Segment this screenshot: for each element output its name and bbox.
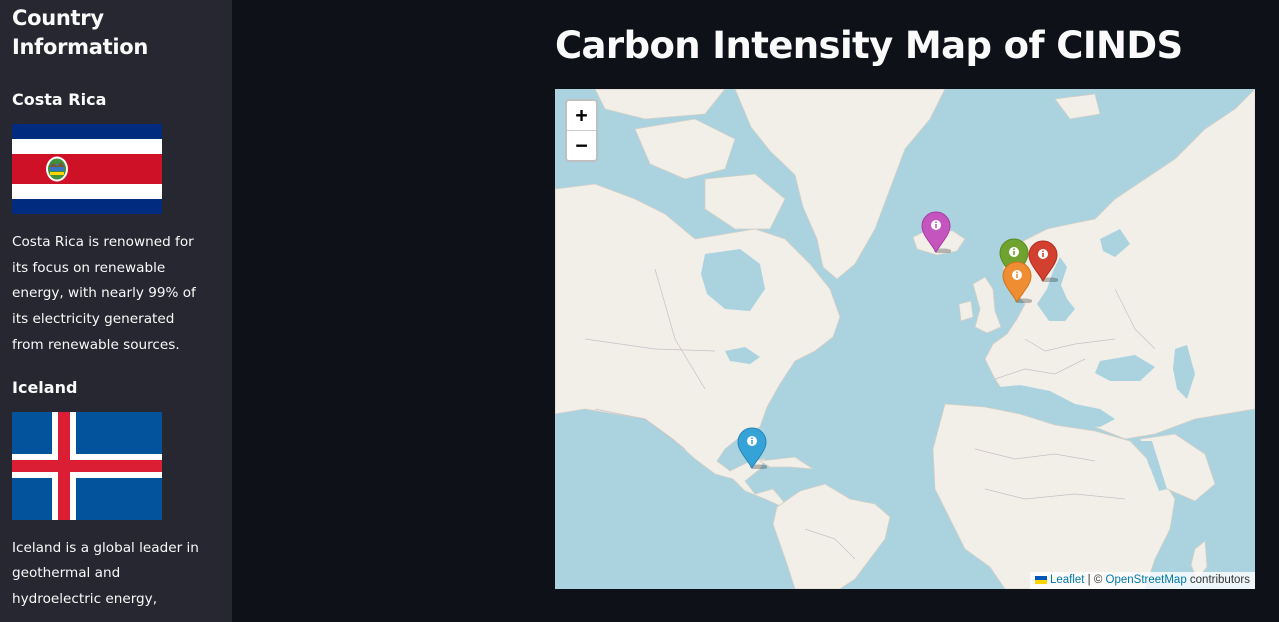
marker-finland[interactable] xyxy=(1028,240,1058,282)
zoom-in-button[interactable]: + xyxy=(567,101,596,131)
country-description-iceland: Iceland is a global leader in geothermal… xyxy=(12,539,199,607)
zoom-out-button[interactable]: − xyxy=(567,131,596,161)
country-name-iceland: Iceland xyxy=(12,377,78,397)
sidebar-heading: Country Information xyxy=(12,6,149,59)
marker-denmark[interactable] xyxy=(1002,261,1032,303)
marker-iceland[interactable] xyxy=(921,211,951,253)
leaflet-link[interactable]: Leaflet xyxy=(1050,574,1085,586)
country-name-costa-rica: Costa Rica xyxy=(12,90,107,109)
map-attribution: Leaflet | © OpenStreetMap contributors xyxy=(1029,572,1255,589)
marker-costa-rica[interactable] xyxy=(737,427,767,469)
attribution-separator: | © xyxy=(1084,574,1106,586)
ukraine-flag-icon xyxy=(1034,575,1047,584)
zoom-control: + − xyxy=(565,99,598,162)
attribution-suffix: contributors xyxy=(1186,574,1250,586)
map-basemap[interactable] xyxy=(555,89,1255,589)
carbon-intensity-map[interactable]: + − Leaflet | © OpenStreetMap contributo… xyxy=(555,89,1255,589)
page-title: Carbon Intensity Map of CINDS xyxy=(555,24,1183,67)
costa-rica-flag xyxy=(12,124,162,214)
openstreetmap-link[interactable]: OpenStreetMap xyxy=(1106,574,1187,586)
country-description-costa-rica: Costa Rica is renowned for its focus on … xyxy=(12,234,196,353)
sidebar: Country Information Costa Rica Costa Ric… xyxy=(0,0,232,622)
iceland-flag xyxy=(12,411,162,520)
